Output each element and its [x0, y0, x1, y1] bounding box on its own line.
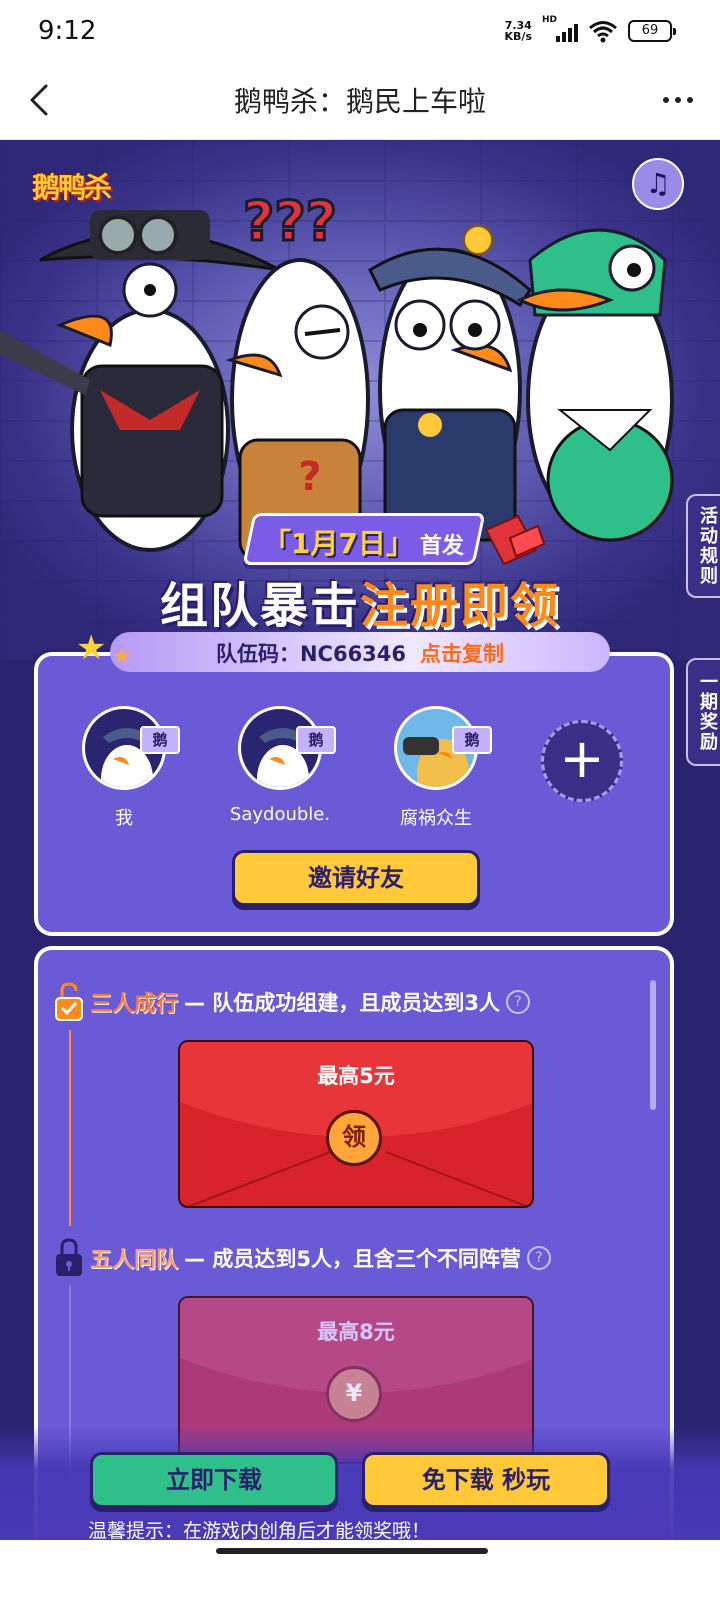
- claim-seal-button[interactable]: 领: [326, 1110, 382, 1166]
- red-envelope-icon: [484, 514, 546, 566]
- member-name: 我: [115, 808, 133, 829]
- member-name: Saydouble.: [229, 804, 331, 825]
- team-member[interactable]: 鹅 Saydouble.: [210, 706, 350, 825]
- promo-headline-part1: 组队暴击: [159, 578, 360, 634]
- lock-icon: [56, 1238, 82, 1276]
- page-title: 鹅鸭杀：鹅民上车啦: [233, 85, 486, 118]
- tier-name: 三人成行: [90, 992, 179, 1017]
- role-tag: 鹅: [296, 726, 336, 754]
- status-icons: 7.34 KB/s HD 69: [505, 15, 676, 44]
- status-time: 9:12: [38, 16, 97, 46]
- team-code-strip: 队伍码：NC66346 点击复制: [110, 632, 610, 672]
- period-reward-side-tab[interactable]: 一期奖励: [686, 658, 720, 766]
- launch-date-badge: 「1月7日」 首发: [242, 513, 486, 565]
- launch-date: 「1月7日」: [262, 527, 414, 560]
- add-member-button[interactable]: +: [541, 720, 623, 802]
- help-icon[interactable]: ?: [526, 1246, 551, 1270]
- nav-bar: 鹅鸭杀：鹅民上车啦: [0, 64, 720, 140]
- hd-label: HD: [542, 15, 558, 25]
- wifi-icon: [589, 21, 617, 43]
- help-icon[interactable]: ?: [505, 990, 530, 1014]
- network-speed-unit: KB/s: [504, 30, 532, 43]
- confused-goose-figure: ??? ?: [225, 189, 370, 562]
- role-tag: 鹅: [452, 726, 492, 754]
- plus-icon: +: [559, 727, 605, 790]
- network-speed: 7.34 KB/s: [505, 20, 532, 42]
- svg-text:?: ?: [298, 454, 321, 500]
- max-reward: 最高5元: [317, 1064, 395, 1088]
- red-envelope-card[interactable]: 最高5元 领: [178, 1040, 534, 1208]
- team-member[interactable]: 鹅 我: [54, 706, 194, 830]
- status-bar: 9:12 7.34 KB/s HD 69: [0, 0, 720, 64]
- promo-headline: 组队暴击注册即领: [0, 566, 720, 636]
- battery-icon: 69: [628, 20, 676, 42]
- invite-friends-button[interactable]: 邀请好友: [232, 850, 480, 906]
- tier-description: — 成员达到5人，且含三个不同阵营: [184, 1247, 521, 1271]
- tier-description: — 队伍成功组建，且成员达到3人: [184, 991, 500, 1015]
- signal-icon: HD: [542, 15, 578, 44]
- tier-name: 五人同队: [90, 1248, 179, 1273]
- locked-seal: ¥: [326, 1366, 382, 1422]
- police-goose-figure: [368, 225, 532, 542]
- unlocked-check-icon: [55, 982, 83, 1021]
- warm-tip: 温馨提示：在游戏内创角后才能领奖哦！: [88, 1520, 431, 1542]
- tier-header: 五人同队 — 成员达到5人，且含三个不同阵营 ?: [54, 1238, 551, 1278]
- rules-side-tab[interactable]: 活动规则: [686, 494, 720, 598]
- download-button[interactable]: 立即下载: [90, 1452, 338, 1508]
- star-icon: ★: [76, 628, 107, 668]
- svg-text:???: ???: [243, 190, 337, 253]
- team-code-value: 队伍码：NC66346: [215, 642, 407, 666]
- timeline-line: [69, 1030, 71, 1226]
- duck-figure: [516, 228, 674, 542]
- role-tag: 鹅: [140, 726, 180, 754]
- team-code: 队伍码：NC66346 点击复制: [110, 638, 610, 668]
- launch-label: 首发: [419, 534, 464, 559]
- team-card: 鹅 我 鹅 Saydouble. 鹅 腐祸众生 + 邀请好友: [34, 652, 674, 936]
- more-options-icon[interactable]: [658, 80, 698, 120]
- home-indicator[interactable]: [216, 1548, 488, 1554]
- max-reward: 最高8元: [317, 1320, 395, 1344]
- member-name: 腐祸众生: [400, 808, 472, 829]
- promo-headline-part2: 注册即领: [360, 578, 561, 634]
- copy-code-link[interactable]: 点击复制: [420, 642, 504, 666]
- scrollbar-thumb[interactable]: [650, 980, 656, 1110]
- instant-play-button[interactable]: 免下载 秒玩: [362, 1452, 610, 1508]
- team-member[interactable]: 鹅 腐祸众生: [366, 706, 506, 830]
- star-icon: ★: [112, 644, 132, 669]
- tier-header: 三人成行 — 队伍成功组建，且成员达到3人 ?: [54, 982, 530, 1022]
